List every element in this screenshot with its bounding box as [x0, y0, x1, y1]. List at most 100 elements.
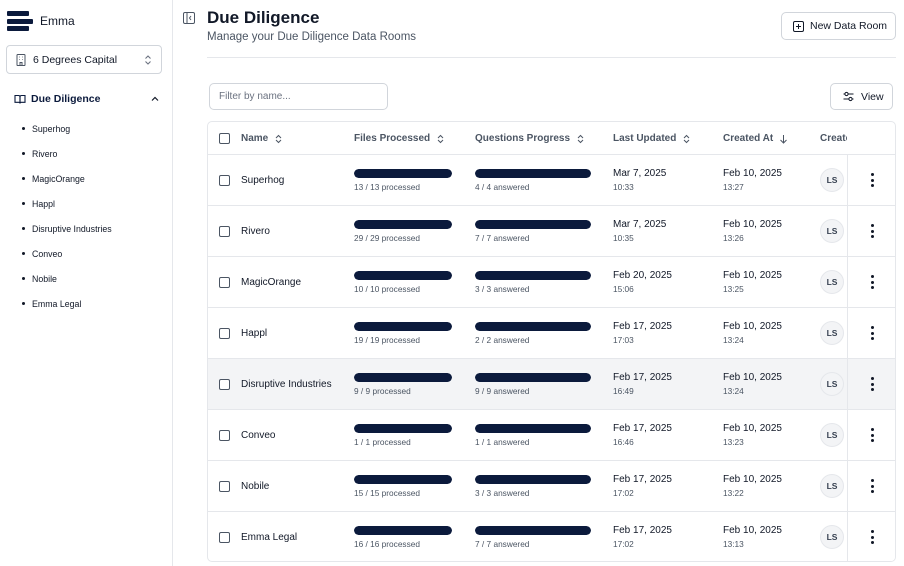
created-at-time: 13:27: [723, 182, 744, 192]
chevron-up-icon[interactable]: [150, 94, 160, 104]
column-header-label: Creator: [820, 133, 847, 144]
files-processed-text: 15 / 15 processed: [354, 488, 420, 498]
arrow-down-icon: [780, 134, 788, 144]
files-progress-fill: [354, 475, 452, 484]
table-row[interactable]: Happl 19 / 19 processed 2 / 2 answered Feb …: [208, 308, 895, 359]
chevrons-up-down-icon: [437, 134, 444, 143]
table-row[interactable]: Disruptive Industries 9 / 9 processed 9 / …: [208, 359, 895, 410]
row-checkbox[interactable]: [219, 532, 230, 543]
sidebar-item-rivero[interactable]: Rivero: [22, 141, 112, 166]
room-name[interactable]: MagicOrange: [241, 257, 341, 307]
created-at-time: 13:25: [723, 284, 744, 294]
brand[interactable]: Emma: [7, 9, 75, 33]
room-name[interactable]: Disruptive Industries: [241, 359, 341, 409]
table-row[interactable]: Emma Legal 16 / 16 processed 7 / 7 answere…: [208, 512, 895, 561]
sidebar-item-label: Disruptive Industries: [32, 223, 112, 234]
column-header-name[interactable]: Name: [241, 122, 283, 155]
chevrons-up-down-icon: [683, 134, 690, 143]
row-checkbox[interactable]: [219, 430, 230, 441]
nav-group-due-diligence[interactable]: Due Diligence: [14, 90, 160, 108]
panel-left-icon[interactable]: [183, 12, 195, 24]
created-at-time: 13:13: [723, 539, 744, 549]
files-processed-text: 9 / 9 processed: [354, 386, 411, 396]
column-header-last-updated[interactable]: Last Updated: [613, 122, 691, 155]
sidebar-item-magicorange[interactable]: MagicOrange: [22, 166, 112, 191]
column-header-label: Created At: [723, 133, 774, 144]
last-updated-date: Feb 17, 2025: [613, 474, 672, 485]
more-vertical-icon[interactable]: [870, 428, 875, 442]
view-button[interactable]: View: [830, 83, 893, 110]
questions-answered-text: 1 / 1 answered: [475, 437, 530, 447]
questions-answered-text: 4 / 4 answered: [475, 182, 530, 192]
files-progress-bar: [354, 373, 452, 382]
row-checkbox[interactable]: [219, 226, 230, 237]
row-checkbox[interactable]: [219, 277, 230, 288]
created-at-time: 13:24: [723, 335, 744, 345]
room-name[interactable]: Superhog: [241, 155, 341, 205]
last-updated-date: Mar 7, 2025: [613, 219, 667, 230]
avatar: LS: [820, 525, 844, 549]
table-row[interactable]: Rivero 29 / 29 processed 7 / 7 answered Mar…: [208, 206, 895, 257]
table-row[interactable]: Conveo 1 / 1 processed 1 / 1 answered Feb 1…: [208, 410, 895, 461]
last-updated-time: 16:49: [613, 386, 634, 396]
building-icon: [15, 53, 27, 66]
sidebar-item-label: Rivero: [32, 148, 58, 159]
row-actions-cell: [847, 461, 895, 511]
filter-input[interactable]: [209, 83, 388, 110]
more-vertical-icon[interactable]: [870, 479, 875, 493]
last-updated-time: 10:35: [613, 233, 634, 243]
chevrons-up-down-icon: [577, 134, 584, 143]
questions-progress-fill: [475, 424, 591, 433]
plus-square-icon: [793, 20, 804, 32]
column-header-questions-progress[interactable]: Questions Progress: [475, 122, 585, 155]
sidebar-item-label: MagicOrange: [32, 173, 85, 184]
avatar: LS: [820, 474, 844, 498]
created-at-date: Feb 10, 2025: [723, 219, 782, 230]
select-all-checkbox[interactable]: [219, 133, 230, 144]
more-vertical-icon[interactable]: [870, 377, 875, 391]
row-checkbox[interactable]: [219, 328, 230, 339]
table-row[interactable]: Superhog 13 / 13 processed 4 / 4 answered M…: [208, 155, 895, 206]
column-header-created-at[interactable]: Created At: [723, 122, 788, 155]
more-vertical-icon[interactable]: [870, 530, 875, 544]
room-name[interactable]: Emma Legal: [241, 512, 341, 561]
room-name[interactable]: Nobile: [241, 461, 341, 511]
table-row[interactable]: Nobile 15 / 15 processed 3 / 3 answered Feb…: [208, 461, 895, 512]
questions-answered-text: 3 / 3 answered: [475, 284, 530, 294]
sidebar-item-happl[interactable]: Happl: [22, 191, 112, 216]
files-progress-bar: [354, 475, 452, 484]
sidebar-item-emma-legal[interactable]: Emma Legal: [22, 291, 112, 316]
more-vertical-icon[interactable]: [870, 326, 875, 340]
room-name[interactable]: Rivero: [241, 206, 341, 256]
more-vertical-icon[interactable]: [870, 275, 875, 289]
more-vertical-icon[interactable]: [870, 173, 875, 187]
questions-answered-text: 3 / 3 answered: [475, 488, 530, 498]
more-vertical-icon[interactable]: [870, 224, 875, 238]
column-header-creator[interactable]: Creator: [820, 122, 847, 155]
new-data-room-button[interactable]: New Data Room: [781, 12, 896, 40]
files-processed-text: 13 / 13 processed: [354, 182, 420, 192]
sidebar-item-nobile[interactable]: Nobile: [22, 266, 112, 291]
row-checkbox[interactable]: [219, 379, 230, 390]
created-at-date: Feb 10, 2025: [723, 270, 782, 281]
row-actions-cell: [847, 206, 895, 256]
created-at-time: 13:24: [723, 386, 744, 396]
created-at-date: Feb 10, 2025: [723, 168, 782, 179]
chevrons-up-down-icon: [143, 54, 153, 66]
files-progress-bar: [354, 526, 452, 535]
avatar: LS: [820, 270, 844, 294]
sidebar-item-superhog[interactable]: Superhog: [22, 116, 112, 141]
files-progress-bar: [354, 169, 452, 178]
sidebar: Emma 6 Degrees Capital Due Diligence Sup…: [0, 0, 173, 566]
sidebar-item-conveo[interactable]: Conveo: [22, 241, 112, 266]
created-at-date: Feb 10, 2025: [723, 372, 782, 383]
table-row[interactable]: MagicOrange 10 / 10 processed 3 / 3 answer…: [208, 257, 895, 308]
row-checkbox[interactable]: [219, 481, 230, 492]
row-checkbox[interactable]: [219, 175, 230, 186]
org-selector[interactable]: 6 Degrees Capital: [6, 45, 162, 74]
room-name[interactable]: Happl: [241, 308, 341, 358]
column-header-files-processed[interactable]: Files Processed: [354, 122, 445, 155]
room-name[interactable]: Conveo: [241, 410, 341, 460]
questions-progress-bar: [475, 322, 591, 331]
sidebar-item-disruptive-industries[interactable]: Disruptive Industries: [22, 216, 112, 241]
